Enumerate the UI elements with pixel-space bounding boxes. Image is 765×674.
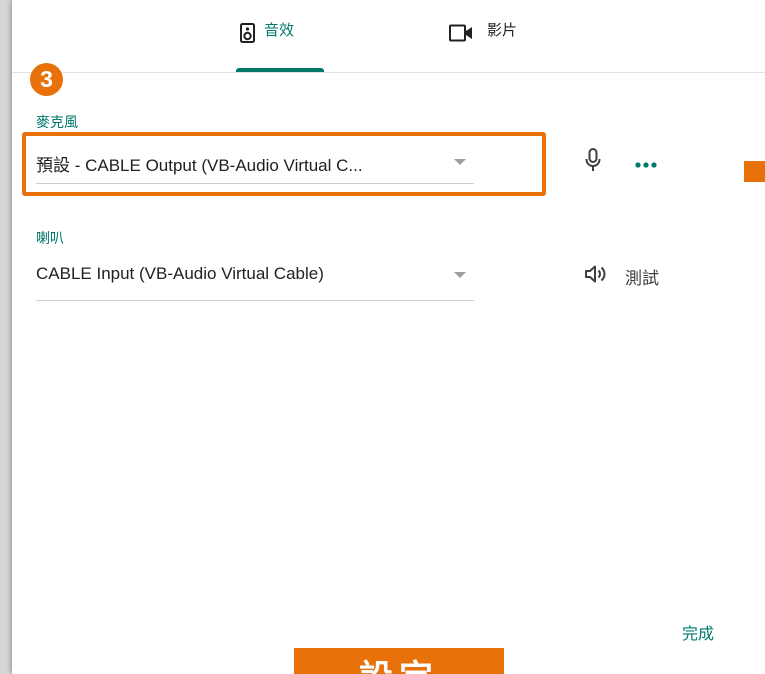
speaker-box-icon <box>240 23 255 48</box>
microphone-select-value: 預設 - CABLE Output (VB-Audio Virtual C... <box>36 156 363 175</box>
speaker-select-value: CABLE Input (VB-Audio Virtual Cable) <box>36 264 324 283</box>
settings-dialog: 音效 影片 3 麥克風 預設 - CABLE Output (VB-Audio … <box>12 0 765 674</box>
volume-icon[interactable] <box>584 264 608 289</box>
step-badge: 3 <box>30 63 63 96</box>
active-tab-indicator <box>236 68 324 72</box>
tab-audio[interactable]: 音效 <box>240 20 294 60</box>
test-speaker-button[interactable]: 測試 <box>612 264 659 289</box>
microphone-icon[interactable] <box>585 148 601 177</box>
settings-tabs: 音效 影片 <box>12 0 765 73</box>
more-horizontal-icon[interactable] <box>634 156 658 174</box>
tab-video-label: 影片 <box>487 22 518 39</box>
speaker-label: 喇叭 <box>36 230 64 246</box>
done-button[interactable]: 完成 <box>682 620 714 644</box>
microphone-label: 麥克風 <box>36 114 78 130</box>
microphone-select[interactable]: 預設 - CABLE Output (VB-Audio Virtual C... <box>36 143 474 184</box>
tab-video[interactable]: 影片 <box>449 20 517 60</box>
chevron-down-icon <box>454 272 466 278</box>
highlight-marker <box>744 161 765 182</box>
speaker-select[interactable]: CABLE Input (VB-Audio Virtual Cable) <box>36 256 474 301</box>
video-camera-icon <box>449 24 473 47</box>
bottom-banner: 設定 <box>294 648 504 674</box>
chevron-down-icon <box>454 159 466 165</box>
tab-audio-label: 音效 <box>264 22 295 39</box>
